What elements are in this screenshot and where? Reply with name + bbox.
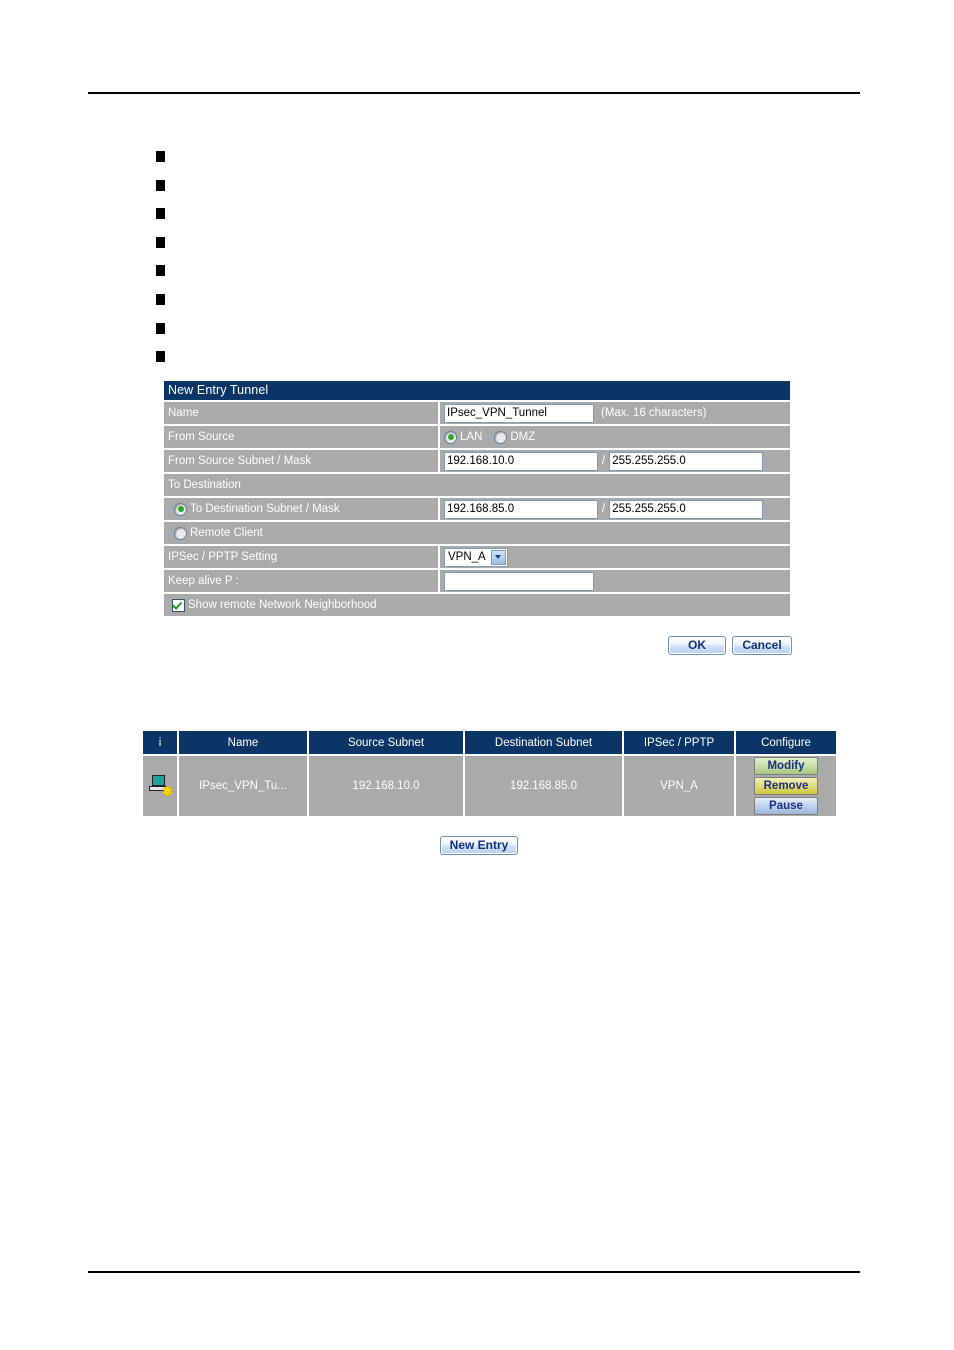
column-header-destination: Destination Subnet <box>464 731 624 755</box>
from-subnet-label: From Source Subnet / Mask <box>164 450 438 472</box>
form-row-name: Name (Max. 16 characters) <box>164 400 790 424</box>
list-item <box>156 320 816 349</box>
square-bullet-icon <box>156 179 165 191</box>
table-row: ✱ IPsec_VPN_Tu... 192.168.10.0 192.168.8… <box>143 754 836 816</box>
column-header-name: Name <box>178 731 309 755</box>
show-neighborhood-cell: Show remote Network Neighborhood <box>164 594 790 616</box>
vpn-tunnel-table-container: i Name Source Subnet Destination Subnet … <box>136 728 836 816</box>
ok-button[interactable]: OK <box>668 636 726 655</box>
square-bullet-icon <box>156 265 165 277</box>
name-value-cell: (Max. 16 characters) <box>438 402 790 424</box>
header-rule <box>88 92 860 94</box>
radio-lan-label: LAN <box>460 431 483 443</box>
modify-button[interactable]: Modify <box>754 757 818 775</box>
form-row-to-destination: To Destination <box>164 472 790 496</box>
radio-remote-client[interactable] <box>174 526 187 540</box>
list-item <box>156 348 816 377</box>
new-entry-button[interactable]: New Entry <box>440 836 518 855</box>
name-input[interactable] <box>444 403 594 423</box>
list-item <box>156 148 816 177</box>
cell-name: IPsec_VPN_Tu... <box>178 754 309 816</box>
square-bullet-icon <box>156 351 165 363</box>
square-bullet-icon <box>156 293 165 305</box>
show-neighborhood-label: Show remote Network Neighborhood <box>188 599 377 611</box>
list-item <box>156 234 816 263</box>
form-row-keep-alive: Keep alive P : <box>164 568 790 592</box>
square-bullet-icon <box>156 208 165 220</box>
radio-to-destination-subnet[interactable] <box>174 502 187 516</box>
cell-destination: 192.168.85.0 <box>464 754 624 816</box>
to-subnet-value-cell: / <box>438 498 790 520</box>
cell-ipsec-pptp: VPN_A <box>623 754 736 816</box>
square-bullet-icon <box>156 236 165 248</box>
chevron-down-icon[interactable] <box>490 549 506 565</box>
ipsec-setting-select[interactable]: VPN_A <box>444 547 508 567</box>
column-header-configure: Configure <box>735 731 836 755</box>
vpn-tunnel-table: i Name Source Subnet Destination Subnet … <box>143 731 836 816</box>
name-label: Name <box>164 402 438 424</box>
list-item <box>156 291 816 320</box>
to-subnet-input[interactable] <box>444 499 598 519</box>
form-row-to-subnet: To Destination Subnet / Mask / <box>164 496 790 520</box>
cell-configure: Modify Remove Pause <box>735 754 836 816</box>
from-source-value-cell: LAN DMZ <box>438 426 790 448</box>
remote-client-cell: Remote Client <box>164 522 790 544</box>
from-mask-input[interactable] <box>609 451 764 471</box>
keep-alive-input[interactable] <box>444 571 594 591</box>
table-header-row: i Name Source Subnet Destination Subnet … <box>143 731 836 755</box>
form-row-show-neighborhood: Show remote Network Neighborhood <box>164 592 790 616</box>
cancel-button[interactable]: Cancel <box>732 636 792 655</box>
column-header-info: i <box>143 731 179 755</box>
form-action-bar: OK Cancel <box>164 622 792 664</box>
ipsec-setting-selected-value: VPN_A <box>448 550 486 563</box>
remote-client-label: Remote Client <box>190 527 263 539</box>
to-destination-label: To Destination <box>164 474 790 496</box>
checkbox-show-neighborhood[interactable] <box>172 598 185 612</box>
square-bullet-icon <box>156 322 165 334</box>
from-source-label: From Source <box>164 426 438 448</box>
form-row-ipsec-setting: IPSec / PPTP Setting VPN_A <box>164 544 790 568</box>
pause-button[interactable]: Pause <box>754 797 818 815</box>
keep-alive-label: Keep alive P : <box>164 570 438 592</box>
column-header-ipsec-pptp: IPSec / PPTP <box>623 731 736 755</box>
form-title: New Entry Tunnel <box>164 381 790 400</box>
cell-status-icon: ✱ <box>143 754 179 816</box>
from-subnet-separator: / <box>602 455 606 467</box>
form-row-from-source: From Source LAN DMZ <box>164 424 790 448</box>
configure-button-group: Modify Remove Pause <box>737 757 835 815</box>
computer-disconnected-icon: ✱ <box>149 774 173 798</box>
to-subnet-separator: / <box>602 503 606 515</box>
new-entry-tunnel-form: New Entry Tunnel Name (Max. 16 character… <box>164 381 790 616</box>
name-hint: (Max. 16 characters) <box>601 407 707 419</box>
to-subnet-label: To Destination Subnet / Mask <box>190 503 340 515</box>
ipsec-setting-value-cell: VPN_A <box>438 546 790 568</box>
to-subnet-label-cell: To Destination Subnet / Mask <box>164 498 438 520</box>
list-item <box>156 177 816 206</box>
radio-lan[interactable] <box>444 430 457 444</box>
list-item <box>156 205 816 234</box>
radio-dmz-label: DMZ <box>510 431 536 443</box>
square-bullet-icon <box>156 151 165 162</box>
cell-source: 192.168.10.0 <box>308 754 465 816</box>
remove-button[interactable]: Remove <box>754 777 818 795</box>
list-item <box>156 262 816 291</box>
keep-alive-value-cell <box>438 570 790 592</box>
from-subnet-input[interactable] <box>444 451 598 471</box>
column-header-source: Source Subnet <box>308 731 465 755</box>
radio-dmz[interactable] <box>494 430 508 444</box>
ipsec-setting-label: IPSec / PPTP Setting <box>164 546 438 568</box>
footer-rule <box>88 1271 860 1273</box>
form-row-remote-client: Remote Client <box>164 520 790 544</box>
to-mask-input[interactable] <box>609 499 764 519</box>
from-subnet-value-cell: / <box>438 450 790 472</box>
form-row-from-subnet: From Source Subnet / Mask / <box>164 448 790 472</box>
bullet-list <box>156 148 816 377</box>
